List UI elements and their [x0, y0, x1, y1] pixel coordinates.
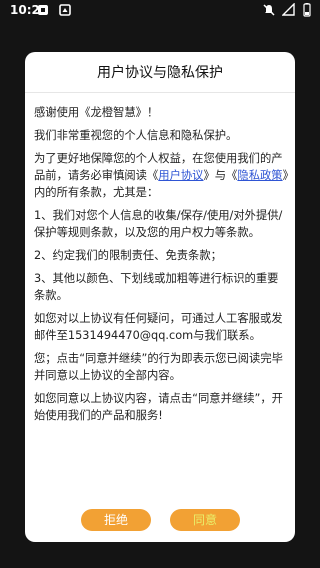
- battery-icon: [300, 3, 314, 17]
- greeting-text: 感谢使用《龙橙智慧》！: [34, 106, 159, 119]
- title-divider: [25, 92, 295, 93]
- continue-text: 如您同意以上协议内容，请点击“同意并继续”，开始使用我们的产品和服务!: [34, 392, 283, 422]
- privacy-policy-link[interactable]: 隐私政策: [237, 169, 282, 182]
- read-carefully-text-b: 》与《: [203, 169, 238, 182]
- privacy-importance-text: 我们非常重视您的个人信息和隐私保护。: [34, 129, 238, 142]
- contact-text: 如您对以上协议有任何疑问，可通过人工客服或发邮件至1531494470@qq.c…: [34, 312, 283, 342]
- agree-button[interactable]: 同意: [170, 509, 240, 531]
- reject-button[interactable]: 拒绝: [81, 509, 151, 531]
- clause-item-3: 3、其他以颜色、下划线或加粗等进行标识的重要条款。: [34, 272, 279, 302]
- notification-icon: [36, 3, 50, 17]
- user-agreement-link[interactable]: 用户协议: [158, 169, 203, 182]
- clause-item-2: 2、约定我们的限制责任、免责条款；: [34, 249, 222, 262]
- agreement-content: 感谢使用《龙橙智慧》！ 我们非常重视您的个人信息和隐私保护。 为了更好地保障您的…: [34, 104, 289, 430]
- app-notification-icon: [58, 3, 72, 17]
- read-carefully-text: 为了更好地保障您的个人权益，在您使用我们的产品前，请务必审慎阅读《用户协议》与《…: [34, 150, 289, 201]
- privacy-dialog: 用户协议与隐私保护 感谢使用《龙橙智慧》！ 我们非常重视您的个人信息和隐私保护。…: [25, 52, 295, 542]
- dialog-title: 用户协议与隐私保护: [97, 65, 223, 81]
- status-bar: 10:26: [0, 0, 320, 20]
- navigation-bar: [0, 550, 320, 568]
- mute-bell-icon: [262, 3, 276, 17]
- clause-item-1: 1、我们对您个人信息的收集/保存/使用/对外提供/保护等规则条款，以及您的用户权…: [34, 209, 283, 239]
- wifi-off-icon: [282, 3, 296, 17]
- consent-text: 您；点击“同意并继续”的行为即表示您已阅读完毕并同意以上协议的全部内容。: [34, 352, 283, 382]
